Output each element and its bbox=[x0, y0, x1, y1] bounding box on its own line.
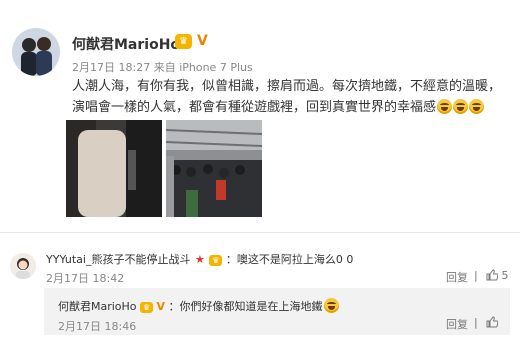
comment-divider-bar: | bbox=[474, 269, 478, 282]
section-divider bbox=[0, 232, 520, 233]
post-source: 来自 iPhone 7 Plus bbox=[153, 61, 253, 74]
commenter-avatar[interactable] bbox=[10, 253, 36, 279]
poster-avatar[interactable] bbox=[12, 28, 60, 76]
post-text: 人潮人海，有你有我，似曾相識，擦肩而過。每次擠地鐵，不經意的溫暖，演唱會一樣的人… bbox=[72, 76, 508, 118]
post-photo-1[interactable] bbox=[66, 120, 162, 217]
thumbs-up-icon bbox=[486, 269, 499, 284]
comment-line: YYYutai_熊孩子不能停止战斗 ★ ♛ ：噢这不是阿拉上海么0 0 bbox=[46, 251, 353, 267]
reply-reply-button[interactable]: 回复 bbox=[446, 316, 468, 332]
poster-username[interactable]: 何猷君MarioHo bbox=[72, 34, 180, 54]
vip-badge-small[interactable]: ♛ bbox=[140, 302, 154, 313]
vip-badge-small[interactable]: ♛ bbox=[209, 255, 223, 266]
laugh-emoji-icon bbox=[437, 99, 453, 114]
post-text-body: 人潮人海，有你有我，似曾相識，擦肩而過。每次擠地鐵，不經意的溫暖，演唱會一樣的人… bbox=[72, 79, 502, 115]
post-timestamp[interactable]: 2月17日 18:27 bbox=[72, 61, 150, 74]
comment-timestamp: 2月17日 18:42 bbox=[46, 272, 125, 285]
verified-badge-small: V bbox=[156, 300, 166, 313]
reply-line: 何猷君MarioHo ♛ V ：你們好像都知道是在上海地鐵 bbox=[58, 298, 339, 314]
reply-divider-bar: | bbox=[474, 316, 478, 329]
star-icon: ★ bbox=[194, 253, 205, 266]
post-meta: 2月17日 18:27 来自 iPhone 7 Plus bbox=[72, 59, 253, 75]
comment-like-button[interactable]: 5 bbox=[486, 269, 509, 284]
comment-reply-button[interactable]: 回复 bbox=[446, 269, 468, 285]
vip-badge[interactable]: ♛ bbox=[175, 34, 192, 49]
comment-like-count: 5 bbox=[501, 269, 509, 282]
sweat-emoji-icon bbox=[323, 298, 339, 313]
comment-text: ：噢这不是阿拉上海么0 0 bbox=[225, 253, 354, 266]
thumbs-up-icon bbox=[486, 316, 499, 331]
reply-timestamp: 2月17日 18:46 bbox=[58, 320, 137, 333]
reply-text: ：你們好像都知道是在上海地鐵 bbox=[168, 300, 323, 313]
reply-username[interactable]: 何猷君MarioHo bbox=[58, 300, 137, 313]
verified-badge: V bbox=[197, 33, 208, 49]
laugh-emoji-icon bbox=[469, 99, 485, 114]
post-photo-2[interactable] bbox=[166, 120, 262, 217]
commenter-username[interactable]: YYYutai_熊孩子不能停止战斗 bbox=[46, 253, 190, 266]
reply-like-button[interactable] bbox=[486, 316, 499, 331]
laugh-emoji-icon bbox=[453, 99, 469, 114]
